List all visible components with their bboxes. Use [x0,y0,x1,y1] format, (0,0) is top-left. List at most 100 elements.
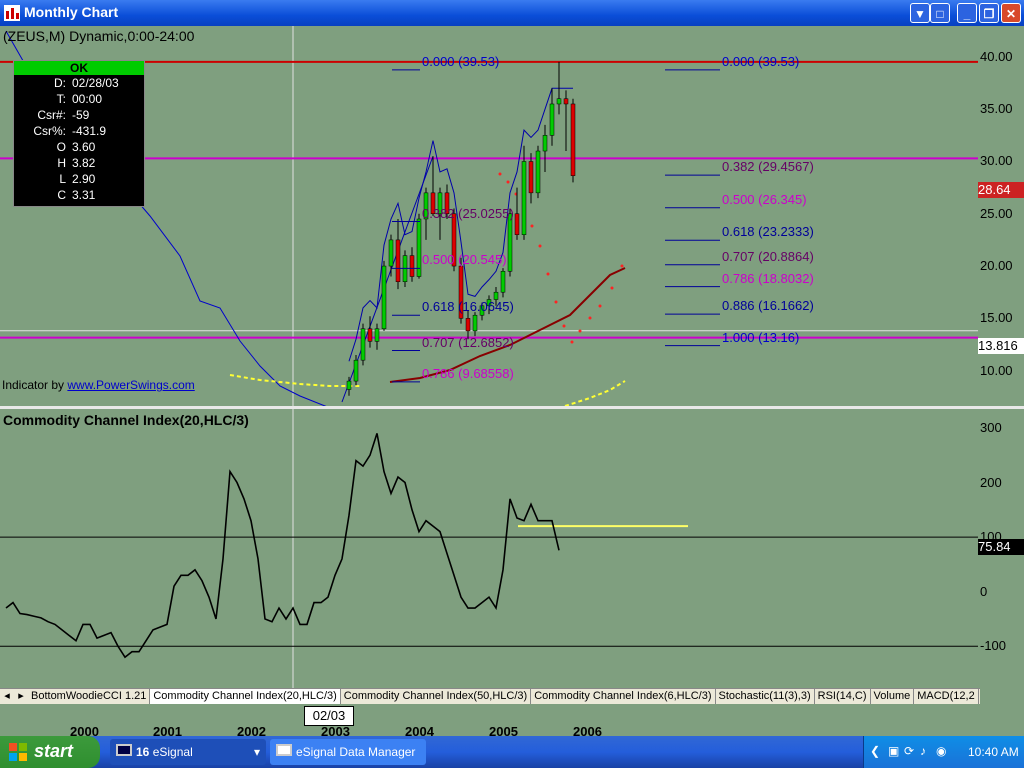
cursor-info-box[interactable]: OK D: 02/28/03 T: 00:00 Csr#: -59 Csr%: -431… [13,60,145,207]
info-row: Csr#: -59 [14,107,144,123]
price-tick-label: 25.00 [980,205,1013,221]
info-key: Csr#: [37,108,66,122]
chart-app-icon [4,5,20,21]
group-dropdown-icon: ▾ [253,745,260,759]
study-tabs: ◂ ▸ BottomWoodieCCI 1.21 Commodity Channel … [0,688,980,705]
sync-icon[interactable]: ⟳ [904,744,914,758]
cursor-date-badge: 02/03 [304,706,354,726]
fib-level-label: 0.618 (23.2333) [722,224,814,240]
cci-chart[interactable] [0,409,978,688]
price-pane-label: (ZEUS,M) Dynamic,0:00-24:00 [3,28,195,44]
tab-cci-20[interactable]: Commodity Channel Index(20,HLC/3) [150,689,341,704]
fib-level-label: 0.707 (20.8864) [722,248,814,264]
sar-dot [620,264,624,268]
help-dropdown-button[interactable]: ▼ [910,3,930,23]
fib-level-label: 0.786 (9.68558) [422,365,514,381]
info-row: H 3.82 [14,155,144,171]
cci-last-value-badge: 75.84 [978,539,1024,555]
price-candle [374,328,380,342]
price-tick-label: 40.00 [980,48,1013,64]
price-candle [563,98,569,105]
tab-scroll-left-icon[interactable]: ◂ [0,689,14,702]
fib-level-label: 0.382 (25.0255) [422,205,514,221]
info-key: T: [56,92,66,106]
sar-dot [610,286,614,290]
sar-dot [588,316,592,320]
tab-bottomwoodiecci[interactable]: BottomWoodieCCI 1.21 [28,689,151,704]
tray-expand-icon[interactable]: ❮ [870,744,880,758]
info-value: 3.31 [72,188,96,202]
windows-logo-icon [9,743,27,761]
price-candle [542,135,548,152]
cci-line [5,433,560,659]
info-value: 00:00 [72,92,103,106]
taskbar: start 16 eSignal ▾ eSignal Data Manager … [0,736,1024,768]
tab-cci-6[interactable]: Commodity Channel Index(6,HLC/3) [531,689,716,704]
tab-stochastic[interactable]: Stochastic(11(3),3) [716,689,815,704]
info-key: D: [54,76,66,90]
fib-level-label: 0.500 (26.345) [722,191,807,207]
price-candle [409,255,415,277]
price-candle [360,328,366,361]
network-icon[interactable]: ▣ [888,744,899,758]
info-row: T: 00:00 [14,91,144,107]
price-candle [570,103,576,176]
tab-cci-50[interactable]: Commodity Channel Index(50,HLC/3) [341,689,532,704]
price-tick-label: 20.00 [980,258,1013,274]
info-value: 3.60 [72,140,96,154]
cci-tick-label: 200 [980,474,1002,490]
volume-icon[interactable]: ♪ [920,744,926,758]
price-candle [521,161,527,235]
price-tick-label: 35.00 [980,101,1013,117]
sar-dot [554,300,558,304]
cci-pane[interactable]: Commodity Channel Index(20,HLC/3) [0,409,978,688]
fib-level-label: 0.382 (29.4567) [722,159,814,175]
tab-volume[interactable]: Volume [871,689,915,704]
close-button[interactable]: ✕ [1001,3,1021,23]
sar-dot [562,324,566,328]
taskbar-esignal-group[interactable]: 16 eSignal ▾ [110,739,266,765]
powerswings-link[interactable]: www.PowerSwings.com [67,378,194,392]
sar-dot [570,340,574,344]
fib-level-label: 0.786 (18.8032) [722,270,814,286]
minimize-button[interactable]: _ [957,3,977,23]
price-candle [388,239,394,267]
indicator-credit: Indicator by www.PowerSwings.com [2,378,195,392]
price-candle [528,161,534,194]
info-key: L [59,172,66,186]
data-manager-icon [276,744,292,756]
fib-level-label: 0.886 (16.1662) [722,298,814,314]
info-value: 02/28/03 [72,76,119,90]
tab-scroll-right-icon[interactable]: ▸ [14,689,28,702]
cci-scale[interactable]: 300 200 100 0 -100 75.84 [978,409,1024,688]
info-key: O [56,140,66,154]
restore-chart-button[interactable]: □ [930,3,950,23]
security-icon[interactable]: ◉ [936,744,946,758]
price-candle [514,213,520,235]
tab-macd[interactable]: MACD(12,2 [914,689,979,704]
start-button[interactable]: start [0,736,100,768]
fib-level-label: 0.000 (39.53) [422,53,500,69]
task-label: eSignal Data Manager [296,745,416,759]
price-scale[interactable]: 40.00 35.00 30.00 25.00 20.00 15.00 10.00 28.6… [978,26,1024,408]
info-value: 3.82 [72,156,96,170]
window-title: Monthly Chart [24,4,119,20]
maximize-button[interactable]: ❐ [979,3,999,23]
window-titlebar[interactable]: Monthly Chart ▼ □ _ ❐ ✕ [0,0,1024,26]
tab-rsi[interactable]: RSI(14,C) [815,689,871,704]
esignal-app-icon [116,744,132,756]
sar-dot [578,329,582,333]
sar-dot [506,180,510,184]
price-candle [549,103,555,136]
clock[interactable]: 10:40 AM [968,745,1019,759]
system-tray: ❮ ▣ ⟳ ♪ ◉ 10:40 AM [863,736,1024,768]
cci-tick-label: -100 [980,638,1007,654]
cci-tick-label: 300 [980,419,1002,435]
time-axis[interactable]: 2000 2001 2002 2003 2004 2005 2006 02/03 [0,704,1024,739]
taskbar-data-manager[interactable]: eSignal Data Manager [270,739,426,765]
price-pane[interactable]: (ZEUS,M) Dynamic,0:00-24:00 Indicator by… [0,26,978,408]
slow-average-line [564,380,626,407]
cci-pane-label: Commodity Channel Index(20,HLC/3) [3,412,249,428]
info-key: C [57,188,66,202]
fib-level-label: 0.618 (16.0645) [422,299,514,315]
